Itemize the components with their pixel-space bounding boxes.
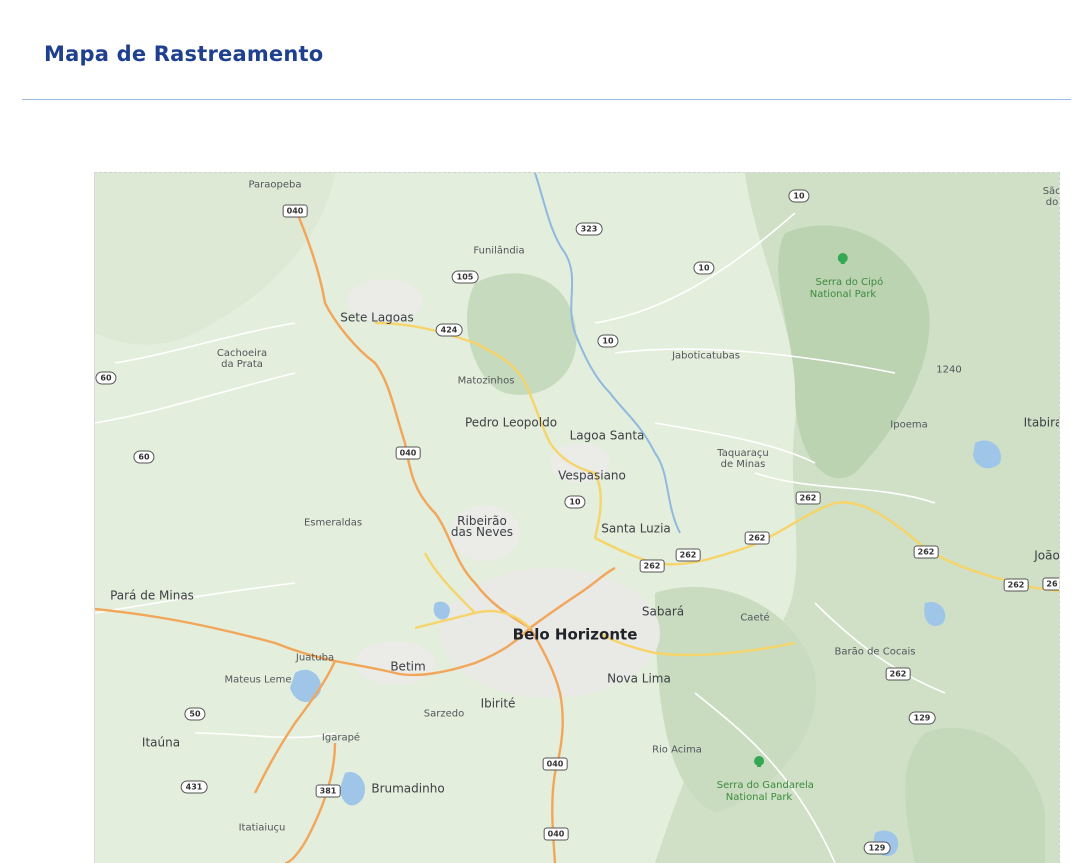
place-label: Brumadinho	[371, 781, 445, 796]
highway-shield: 129	[908, 711, 936, 725]
highway-shield: 040	[543, 827, 569, 841]
highway-shield: 26	[1042, 577, 1059, 591]
highway-shield: 040	[542, 757, 568, 771]
place-label: Itatiaiuçu	[238, 822, 286, 834]
park-pin-icon	[753, 756, 764, 767]
place-label: Caeté	[740, 612, 770, 624]
park-label: Serra do Cipó National Park	[809, 277, 884, 300]
place-label: Santa Luzia	[601, 521, 671, 536]
place-label: João	[1034, 548, 1060, 563]
map-base-layer	[95, 173, 1059, 863]
highway-shield: 323	[575, 222, 603, 236]
place-label: Ipoema	[890, 419, 928, 431]
place-label: Rio Acima	[652, 744, 702, 756]
place-label: Mateus Leme	[224, 674, 292, 686]
place-label: Esmeraldas	[303, 517, 363, 529]
place-label: Barão de Cocais	[834, 646, 916, 658]
place-label: Jaboticatubas	[672, 350, 740, 362]
highway-shield: 10	[597, 334, 619, 348]
place-label: Lagoa Santa	[569, 428, 645, 443]
highway-shield: 040	[282, 204, 308, 218]
highway-shield: 262	[639, 559, 665, 573]
highway-shield: 50	[184, 707, 206, 721]
highway-shield: 262	[1003, 578, 1029, 592]
place-label: Pedro Leopoldo	[464, 415, 558, 430]
place-label: Itaúna	[141, 735, 181, 750]
highway-shield: 60	[133, 450, 155, 464]
page-title: Mapa de Rastreamento	[44, 42, 324, 66]
highway-shield: 431	[180, 780, 208, 794]
highway-shield: 262	[913, 545, 939, 559]
highway-shield: 040	[395, 446, 421, 460]
place-label: São do	[1042, 186, 1060, 208]
park-marker-serra-do-gandarela[interactable]: Serra do Gandarela National Park	[704, 732, 814, 816]
highway-shield: 262	[744, 531, 770, 545]
place-label: Itabira	[1023, 415, 1060, 430]
highway-shield: 262	[675, 548, 701, 562]
park-pin-icon	[837, 253, 848, 264]
place-label: Sete Lagoas	[340, 310, 414, 325]
highway-shield: 10	[564, 495, 586, 509]
park-marker-serra-do-cipo[interactable]: Serra do Cipó National Park	[803, 229, 883, 313]
tracking-map[interactable]: Paraopeba Funilândia Sete Lagoas Cachoei…	[94, 172, 1060, 863]
park-label: Serra do Gandarela National Park	[716, 780, 814, 803]
highway-shield: 381	[315, 784, 341, 798]
title-divider	[22, 99, 1071, 100]
place-label: Funilândia	[473, 245, 525, 257]
highway-shield: 262	[795, 491, 821, 505]
place-label: Taquaraçu de Minas	[717, 448, 769, 470]
highway-shield: 105	[451, 270, 479, 284]
place-label: Paraopeba	[248, 179, 302, 191]
highway-shield: 10	[788, 189, 810, 203]
place-label: Vespasiano	[558, 468, 626, 483]
place-label: Matozinhos	[457, 375, 515, 387]
place-label-capital: Belo Horizonte	[512, 625, 638, 644]
highway-shield: 129	[863, 841, 891, 855]
highway-shield: 10	[693, 261, 715, 275]
place-label: Cachoeira da Prata	[216, 348, 268, 370]
place-label: Igarapé	[321, 732, 361, 744]
place-label: Juatuba	[295, 652, 335, 664]
place-label: Ibirité	[480, 696, 516, 711]
highway-shield: 424	[435, 323, 463, 337]
place-label: Nova Lima	[607, 671, 671, 686]
highway-shield: 262	[885, 667, 911, 681]
place-label: Sarzedo	[423, 708, 465, 720]
place-label: Betim	[390, 659, 426, 674]
place-label: Pará de Minas	[110, 588, 194, 603]
highway-shield: 60	[95, 371, 117, 385]
place-label: Sabará	[641, 604, 685, 619]
place-label: Ribeirão das Neves	[450, 514, 514, 539]
elevation-label: 1240	[936, 364, 962, 376]
